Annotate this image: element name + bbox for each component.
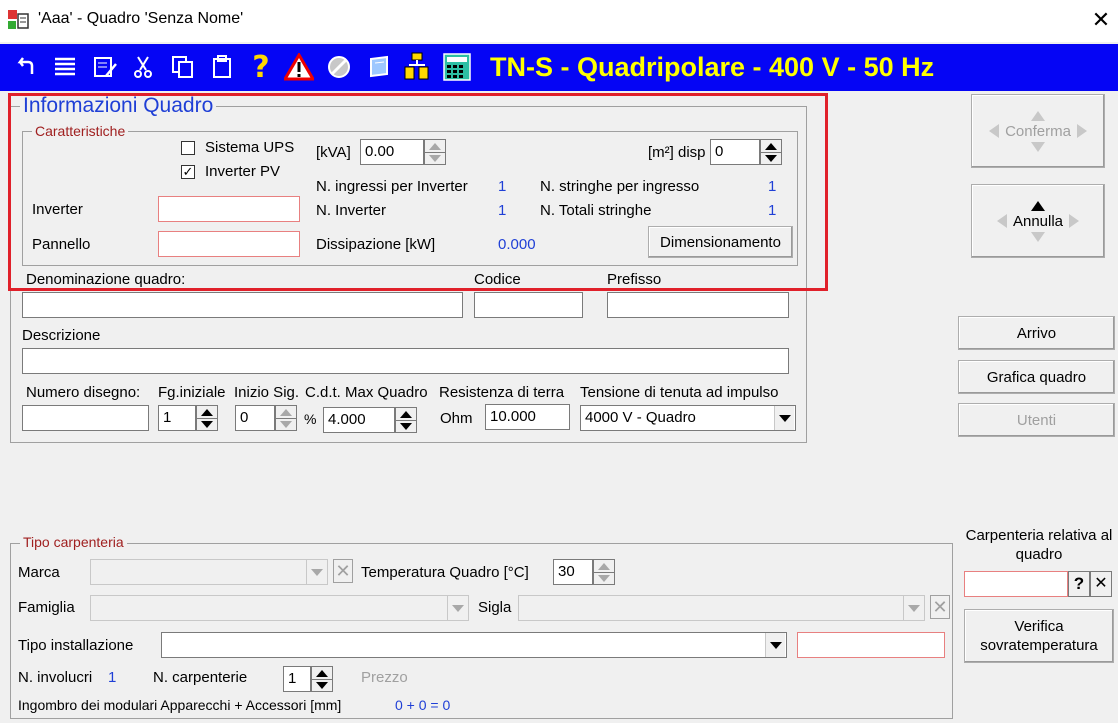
tensione-label: Tensione di tenuta ad impulso (580, 384, 779, 401)
ingombro-label: Ingombro dei modulari Apparecchi + Acces… (18, 697, 342, 713)
utenti-button[interactable]: Utenti (958, 403, 1115, 437)
famiglia-label: Famiglia (18, 599, 75, 616)
resistenza-unit: Ohm (440, 410, 473, 427)
ingombro-value: 0 + 0 = 0 (395, 697, 451, 713)
arrow-down-icon (1031, 141, 1045, 152)
arrow-right-icon (1069, 214, 1080, 228)
marca-label: Marca (18, 564, 60, 581)
cdt-input[interactable]: 4.000 (323, 407, 395, 433)
marca-dropdown-icon[interactable] (306, 560, 326, 584)
close-button[interactable]: ✕ (1086, 4, 1116, 36)
toolbar: ? TN-S - Quadripolare - 400 V - 50 Hz (0, 44, 1118, 91)
marca-select[interactable] (90, 559, 328, 585)
numero-disegno-label: Numero disegno: (26, 384, 141, 401)
sigla-label: Sigla (478, 599, 512, 616)
tipo-installazione-dropdown-icon[interactable] (765, 633, 785, 657)
sigla-select[interactable] (518, 595, 925, 621)
copy-icon[interactable] (166, 50, 200, 84)
marca-clear-icon[interactable]: ✕ (333, 559, 353, 583)
annulla-button[interactable]: Annulla (971, 184, 1105, 258)
grafica-quadro-button[interactable]: Grafica quadro (958, 360, 1115, 394)
n-involucri-label: N. involucri (18, 669, 93, 686)
annulla-label: Annulla (1012, 212, 1064, 230)
temperatura-spinner[interactable] (593, 559, 615, 585)
tipo-installazione-select[interactable] (161, 632, 787, 658)
carpenteria-relativa-input[interactable] (964, 571, 1068, 597)
descrizione-input[interactable] (22, 348, 789, 374)
conferma-button[interactable]: Conferma (971, 94, 1105, 168)
arrivo-button[interactable]: Arrivo (958, 316, 1115, 350)
tensione-dropdown-icon[interactable] (774, 406, 794, 430)
codice-label: Codice (474, 271, 521, 288)
arrow-left-icon (996, 214, 1007, 228)
fg-iniziale-label: Fg.iniziale (158, 384, 226, 401)
cdt-unit: % (304, 411, 317, 427)
hierarchy-icon[interactable] (400, 50, 434, 84)
app-icon (6, 8, 30, 32)
famiglia-select[interactable] (90, 595, 469, 621)
system-type-title: TN-S - Quadripolare - 400 V - 50 Hz (490, 52, 935, 82)
arrow-up-icon (1031, 200, 1045, 211)
arrow-right-icon (1076, 124, 1087, 138)
highlight-frame (8, 93, 828, 291)
cdt-label: C.d.t. Max Quadro (305, 384, 428, 401)
clear-button[interactable]: ✕ (1090, 571, 1112, 597)
inizio-sig-spinner[interactable] (275, 405, 297, 431)
arrow-up-icon (1031, 110, 1045, 121)
inizio-sig-input[interactable]: 0 (235, 405, 275, 431)
prezzo-label: Prezzo (361, 669, 408, 686)
codice-input[interactable] (474, 292, 583, 318)
calculator-icon[interactable] (440, 50, 474, 84)
prefisso-label: Prefisso (607, 271, 662, 288)
help-icon[interactable]: ? (244, 50, 278, 85)
inizio-sig-label: Inizio Sig. (234, 384, 300, 401)
famiglia-dropdown-icon[interactable] (447, 596, 467, 620)
numero-disegno-input[interactable] (22, 405, 149, 431)
paste-icon[interactable] (206, 50, 240, 84)
fg-iniziale-input[interactable]: 1 (158, 405, 196, 431)
tensione-select[interactable]: 4000 V - Quadro (580, 405, 796, 431)
n-carpenterie-label: N. carpenterie (153, 669, 248, 686)
book-icon[interactable] (362, 50, 396, 84)
n-involucri-value: 1 (108, 669, 117, 686)
undo-icon[interactable] (8, 50, 42, 84)
tipo-installazione-label: Tipo installazione (18, 637, 134, 654)
cdt-spinner[interactable] (395, 407, 417, 433)
fg-iniziale-spinner[interactable] (196, 405, 218, 431)
n-carpenterie-spinner[interactable] (311, 666, 333, 692)
carpenteria-relativa-label: Carpenteria relativa al quadro (965, 527, 1113, 563)
arrow-left-icon (989, 124, 1000, 138)
temperatura-input[interactable]: 30 (553, 559, 593, 585)
temperatura-label: Temperatura Quadro [°C] (361, 564, 529, 581)
n-carpenterie-input[interactable]: 1 (283, 666, 311, 692)
tipo-installazione-extra-field[interactable] (797, 632, 945, 658)
resistenza-input[interactable]: 10.000 (485, 404, 570, 430)
cut-icon[interactable] (126, 50, 160, 84)
denominazione-label: Denominazione quadro: (26, 271, 186, 288)
tipo-carpenteria-legend: Tipo carpenteria (20, 534, 127, 550)
help-button[interactable]: ? (1068, 571, 1090, 597)
list-icon[interactable] (48, 50, 82, 84)
edit-doc-icon[interactable] (88, 50, 122, 84)
arrow-down-icon (1031, 231, 1045, 242)
prohibited-icon[interactable] (322, 50, 356, 84)
sigla-clear-icon[interactable]: ✕ (930, 595, 950, 619)
conferma-label: Conferma (1005, 122, 1071, 140)
warning-icon[interactable] (282, 50, 316, 84)
descrizione-label: Descrizione (22, 327, 101, 344)
denominazione-input[interactable] (22, 292, 463, 318)
sigla-dropdown-icon[interactable] (903, 596, 923, 620)
prefisso-input[interactable] (607, 292, 789, 318)
resistenza-label: Resistenza di terra (439, 384, 565, 401)
verifica-sovratemperatura-button[interactable]: Verifica sovratemperatura (964, 609, 1114, 663)
window-title: 'Aaa' - Quadro 'Senza Nome' (38, 10, 244, 27)
